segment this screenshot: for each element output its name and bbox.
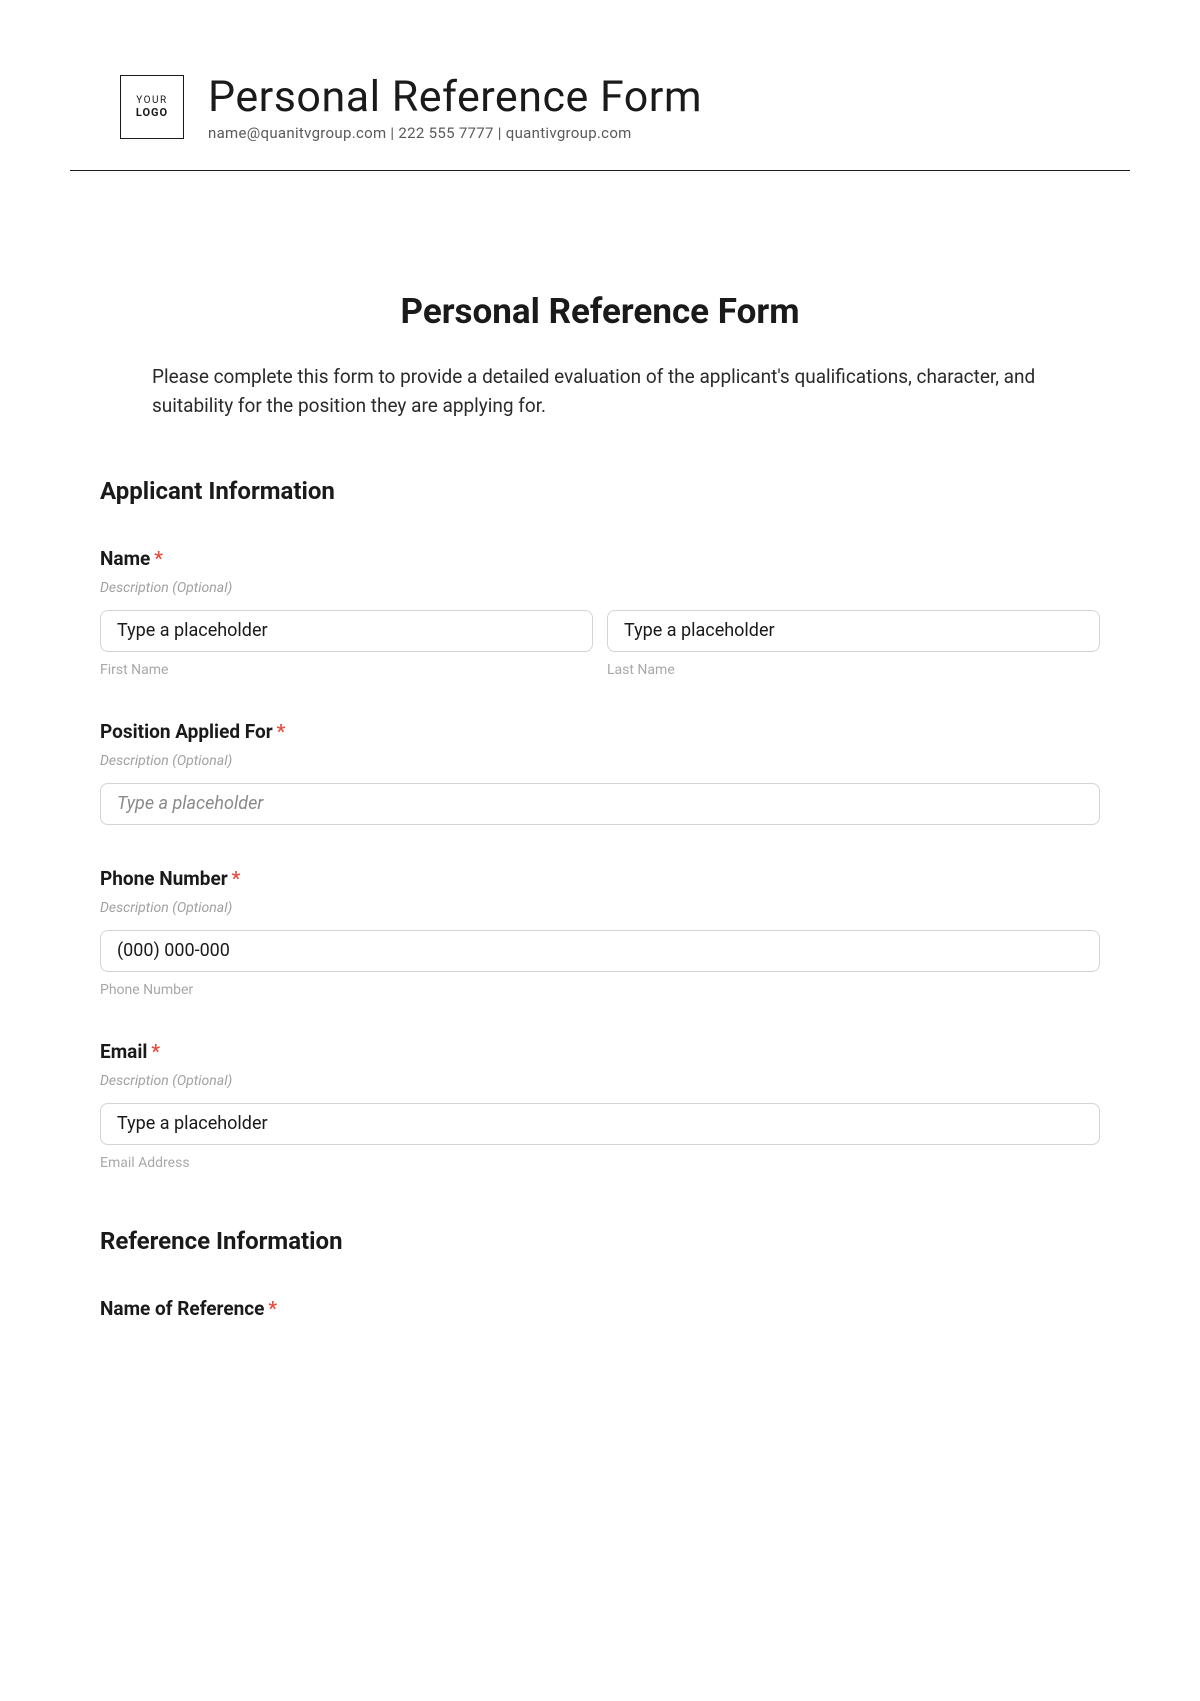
page-title: Personal Reference Form (100, 291, 1100, 332)
position-row (100, 783, 1100, 825)
phone-row (100, 930, 1100, 972)
field-phone-label: Phone Number (100, 867, 228, 890)
last-name-sublabel: Last Name (607, 662, 1100, 678)
field-email-label: Email (100, 1040, 147, 1063)
page-intro: Please complete this form to provide a d… (100, 362, 1100, 421)
required-star: * (277, 720, 286, 743)
email-input[interactable] (100, 1103, 1100, 1145)
field-reference-name-label: Name of Reference (100, 1297, 264, 1320)
first-name-input[interactable] (100, 610, 593, 652)
field-label-row: Name of Reference * (100, 1297, 1100, 1320)
required-star: * (154, 547, 163, 570)
field-label-row: Phone Number * (100, 867, 1100, 890)
name-row: First Name Last Name (100, 610, 1100, 678)
field-phone-desc: Description (Optional) (100, 900, 1100, 916)
field-name-label: Name (100, 547, 150, 570)
field-label-row: Email * (100, 1040, 1100, 1063)
last-name-input[interactable] (607, 610, 1100, 652)
logo-box: YOUR LOGO (120, 75, 184, 139)
header-text: Personal Reference Form name@quanitvgrou… (208, 72, 702, 142)
section-applicant-heading: Applicant Information (100, 477, 1100, 505)
content: Personal Reference Form Please complete … (0, 171, 1200, 1320)
required-star: * (268, 1297, 277, 1320)
header-title: Personal Reference Form (208, 72, 702, 122)
required-star: * (232, 867, 241, 890)
section-reference-heading: Reference Information (100, 1227, 1100, 1255)
phone-sublabel: Phone Number (100, 982, 1100, 998)
field-position: Position Applied For * Description (Opti… (100, 720, 1100, 825)
phone-input[interactable] (100, 930, 1100, 972)
email-sublabel: Email Address (100, 1155, 1100, 1171)
page-header: YOUR LOGO Personal Reference Form name@q… (0, 0, 1200, 170)
field-label-row: Position Applied For * (100, 720, 1100, 743)
required-star: * (151, 1040, 160, 1063)
logo-line2: LOGO (136, 106, 168, 119)
field-reference-name: Name of Reference * (100, 1297, 1100, 1320)
logo-line1: YOUR (136, 95, 167, 106)
header-subtitle: name@quanitvgroup.com | 222 555 7777 | q… (208, 124, 702, 142)
field-position-label: Position Applied For (100, 720, 273, 743)
first-name-sublabel: First Name (100, 662, 593, 678)
field-position-desc: Description (Optional) (100, 753, 1100, 769)
field-email: Email * Description (Optional) Email Add… (100, 1040, 1100, 1171)
field-name: Name * Description (Optional) First Name… (100, 547, 1100, 678)
email-row (100, 1103, 1100, 1145)
position-input[interactable] (100, 783, 1100, 825)
field-label-row: Name * (100, 547, 1100, 570)
last-name-col: Last Name (607, 610, 1100, 678)
field-email-desc: Description (Optional) (100, 1073, 1100, 1089)
field-phone: Phone Number * Description (Optional) Ph… (100, 867, 1100, 998)
field-name-desc: Description (Optional) (100, 580, 1100, 596)
first-name-col: First Name (100, 610, 593, 678)
